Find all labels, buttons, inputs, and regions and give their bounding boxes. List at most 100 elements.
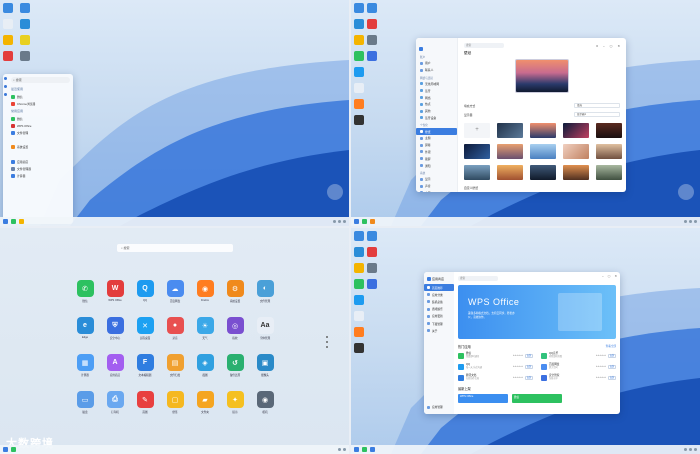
launcher-app[interactable]: e Edge xyxy=(70,317,100,354)
folder-icon[interactable] xyxy=(354,35,364,45)
store-nav-item[interactable]: 下载管理 xyxy=(424,320,454,327)
camera-icon[interactable] xyxy=(354,343,364,353)
launcher-app[interactable]: ▤ 文件归档 xyxy=(160,354,190,391)
launcher-app[interactable]: ▢ 便签 xyxy=(160,391,190,428)
install-button[interactable]: 安装 xyxy=(525,375,533,380)
nav-item[interactable]: 锁屏 xyxy=(416,155,457,162)
nav-item[interactable]: 屏幕 xyxy=(416,142,457,149)
latest-app-card[interactable]: WPS Office xyxy=(458,394,508,403)
taskbar-app-icon[interactable] xyxy=(362,219,367,224)
computer-icon[interactable] xyxy=(3,3,13,13)
wallpaper-thumb[interactable] xyxy=(497,144,523,159)
wallpaper-thumb[interactable] xyxy=(596,123,622,138)
menu-item[interactable]: 文件管理 xyxy=(3,130,73,137)
launcher-app[interactable]: ▦ 计算器 xyxy=(70,354,100,391)
menu-item[interactable]: 计算器 xyxy=(3,173,73,180)
featured-banner[interactable]: WPS Office 兼容多种格式文档，支持云同步，轻松办公，高效协作。 xyxy=(458,285,616,339)
launcher-app[interactable]: ◈ 截图 xyxy=(190,354,220,391)
wallpaper-thumb[interactable] xyxy=(497,123,523,138)
wechat-icon[interactable] xyxy=(354,51,364,61)
launcher-app[interactable]: ⚙ 系统设置 xyxy=(220,280,250,317)
store-nav-item[interactable]: 应用分类 xyxy=(424,291,454,298)
archive-icon[interactable] xyxy=(367,263,377,273)
launcher-app[interactable]: ✦ 提示 xyxy=(220,391,250,428)
wallpaper-thumb[interactable] xyxy=(464,165,490,180)
nav-item[interactable]: 蓝牙 xyxy=(416,87,457,94)
latest-app-card[interactable]: 微信 xyxy=(512,394,562,403)
firefox-icon[interactable] xyxy=(354,99,364,109)
minimize-icon[interactable]: – xyxy=(603,44,605,48)
taskbar-app-icon[interactable] xyxy=(19,219,24,224)
archive-icon[interactable] xyxy=(20,51,30,61)
store-nav-item[interactable]: 装机必备 xyxy=(424,298,454,305)
launcher-app[interactable]: F 文本编辑器 xyxy=(130,354,160,391)
launcher-app[interactable]: ◎ 指纹 xyxy=(220,317,250,354)
start-button-icon[interactable] xyxy=(3,447,8,452)
camera-icon[interactable] xyxy=(354,115,364,125)
launcher-app[interactable]: A 应用商店 xyxy=(100,354,130,391)
menu-item[interactable]: 微信 xyxy=(3,93,73,100)
qq-icon[interactable] xyxy=(354,295,364,305)
security-icon[interactable] xyxy=(367,51,377,61)
edge-icon[interactable] xyxy=(20,19,30,29)
launcher-app[interactable]: ▣ 摄像头 xyxy=(250,354,280,391)
folder-icon[interactable] xyxy=(354,263,364,273)
taskbar-app-icon[interactable] xyxy=(370,219,375,224)
launcher-app[interactable]: ☀ 天气 xyxy=(190,317,220,354)
wps-icon[interactable] xyxy=(367,247,377,257)
app-manage-button[interactable]: 应用管理 xyxy=(424,404,446,411)
nav-item[interactable]: 显示 xyxy=(416,176,457,183)
add-wallpaper-button[interactable]: + xyxy=(464,123,490,138)
launcher-app[interactable]: ◐ 文件管理 xyxy=(250,280,280,317)
nav-item[interactable]: 通知 xyxy=(416,162,457,169)
launcher-app[interactable]: Aa 字体管理 xyxy=(250,317,280,354)
menu-icon[interactable]: ≡ xyxy=(596,44,598,48)
launcher-app[interactable]: Q QQ xyxy=(130,280,160,317)
install-button[interactable]: 安装 xyxy=(525,353,533,358)
launcher-app[interactable]: W WPS Office xyxy=(100,280,130,317)
hot-app-row[interactable]: 腾讯文档 在线协作文档 ★★★★★ 安装 xyxy=(458,374,533,381)
install-button[interactable]: 安装 xyxy=(608,353,616,358)
tray-icon[interactable] xyxy=(333,220,336,223)
wallpaper-thumb[interactable] xyxy=(530,144,556,159)
menu-item[interactable]: Chrome浏览器 xyxy=(3,100,73,107)
nav-item[interactable]: 网络 xyxy=(416,94,457,101)
tray-icon[interactable] xyxy=(689,448,692,451)
tray-icon[interactable] xyxy=(343,220,346,223)
launcher-app[interactable]: ⎙ 打印机 xyxy=(100,391,130,428)
install-button[interactable]: 安装 xyxy=(608,375,616,380)
launcher-app[interactable]: ◉ 相机 xyxy=(250,391,280,428)
install-button[interactable]: 安装 xyxy=(525,364,533,369)
launcher-app[interactable]: ↺ 备份还原 xyxy=(220,354,250,391)
nav-item[interactable]: 外观 xyxy=(416,149,457,156)
nav-item[interactable]: 蓝牙设备 xyxy=(416,114,457,121)
wps-icon[interactable] xyxy=(367,19,377,29)
hot-app-row[interactable]: QQ 每一天 乐在沟通 ★★★★★ 安装 xyxy=(458,363,533,370)
page-indicator[interactable] xyxy=(326,336,328,348)
computer-icon[interactable] xyxy=(354,231,364,241)
wallpaper-thumb[interactable] xyxy=(563,165,589,180)
maximize-icon[interactable]: ▢ xyxy=(608,274,611,278)
nav-item[interactable]: 其他 xyxy=(416,108,457,115)
wallpaper-thumb[interactable] xyxy=(596,144,622,159)
launcher-app[interactable]: ◉ Firefox xyxy=(190,280,220,317)
folder-blue-icon[interactable] xyxy=(367,3,377,13)
launcher-app[interactable]: ✎ 画图 xyxy=(130,391,160,428)
wallpaper-thumb[interactable] xyxy=(464,144,490,159)
folder-icon[interactable] xyxy=(3,35,13,45)
settings-search-input[interactable]: 搜索 xyxy=(464,43,504,48)
see-all-link[interactable]: 查看全部 xyxy=(606,344,616,349)
store-nav-item[interactable]: 游戏娱乐 xyxy=(424,306,454,313)
nav-item[interactable]: 热点 xyxy=(416,101,457,108)
security-icon[interactable] xyxy=(367,279,377,289)
taskbar-app-icon[interactable] xyxy=(11,219,16,224)
edge-icon[interactable] xyxy=(354,19,364,29)
launcher-app[interactable]: ✆ 微信 xyxy=(70,280,100,317)
minimize-icon[interactable]: – xyxy=(602,274,604,278)
wallpaper-thumb[interactable] xyxy=(530,165,556,180)
wallpaper-thumb[interactable] xyxy=(563,123,589,138)
wallpaper-thumb[interactable] xyxy=(563,144,589,159)
wallpaper-thumb[interactable] xyxy=(497,165,523,180)
taskbar-app-icon[interactable] xyxy=(370,447,375,452)
archive-icon[interactable] xyxy=(367,35,377,45)
